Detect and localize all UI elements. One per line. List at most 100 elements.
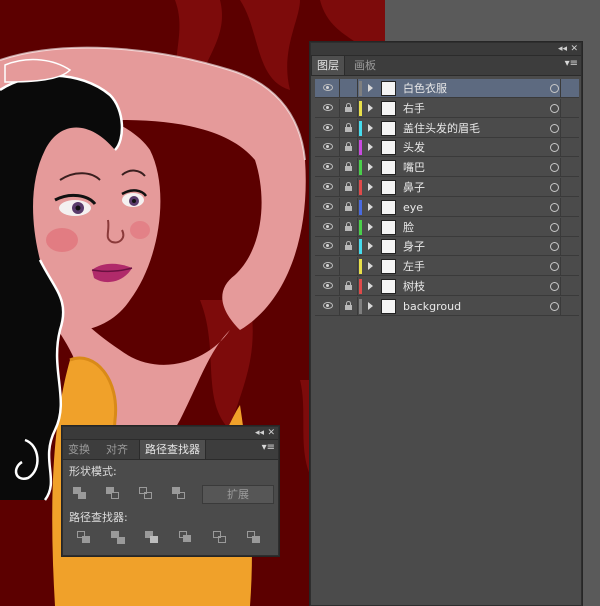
unite-button[interactable] bbox=[73, 487, 89, 501]
layer-row[interactable]: eye bbox=[315, 197, 579, 217]
layer-row[interactable]: 头发 bbox=[315, 138, 579, 158]
panel-menu-icon[interactable]: ▾≡ bbox=[262, 442, 275, 453]
target-circle-icon[interactable] bbox=[550, 103, 559, 113]
eye-icon[interactable] bbox=[323, 123, 333, 131]
minus-front-button[interactable] bbox=[106, 487, 122, 501]
layer-name[interactable]: 树枝 bbox=[403, 279, 425, 294]
lock-icon[interactable] bbox=[345, 300, 352, 311]
expand-arrow-icon[interactable] bbox=[368, 84, 373, 92]
lock-icon[interactable] bbox=[345, 102, 352, 113]
expand-arrow-icon[interactable] bbox=[368, 262, 373, 271]
layer-row[interactable]: 左手 bbox=[315, 257, 579, 277]
layer-name[interactable]: 嘴巴 bbox=[403, 160, 425, 175]
layer-name[interactable]: 盖住头发的眉毛 bbox=[403, 121, 480, 136]
target-circle-icon[interactable] bbox=[550, 143, 559, 153]
layer-row[interactable]: 白色衣服 bbox=[315, 79, 579, 98]
expand-arrow-icon[interactable] bbox=[368, 301, 373, 310]
eye-icon[interactable] bbox=[323, 222, 333, 230]
outline-button[interactable] bbox=[213, 531, 229, 545]
target-circle-icon[interactable] bbox=[550, 84, 559, 93]
eye-icon[interactable] bbox=[323, 242, 333, 250]
panel-menu-icon[interactable]: ▾≡ bbox=[565, 58, 578, 69]
eye-icon[interactable] bbox=[323, 282, 333, 289]
layer-row[interactable]: 脸 bbox=[315, 217, 579, 237]
expand-arrow-icon[interactable] bbox=[368, 163, 373, 172]
lock-icon[interactable] bbox=[345, 142, 352, 152]
layer-name[interactable]: 左手 bbox=[403, 259, 425, 274]
trim-button[interactable] bbox=[111, 531, 127, 545]
close-icon[interactable]: ✕ bbox=[267, 427, 275, 439]
eye-icon[interactable] bbox=[323, 202, 333, 210]
target-circle-icon[interactable] bbox=[550, 242, 559, 252]
expand-arrow-icon[interactable] bbox=[368, 183, 373, 191]
layer-thumbnail bbox=[381, 81, 396, 96]
pathfinder-panel-titlebar[interactable]: ◂◂ ✕ bbox=[63, 427, 278, 440]
eye-icon[interactable] bbox=[323, 163, 333, 171]
eye-icon[interactable] bbox=[323, 143, 333, 151]
lock-icon[interactable] bbox=[345, 122, 352, 133]
lock-icon[interactable] bbox=[345, 182, 352, 192]
merge-button[interactable] bbox=[145, 531, 161, 545]
exclude-button[interactable] bbox=[172, 487, 188, 501]
expand-arrow-icon[interactable] bbox=[368, 103, 373, 112]
layer-row[interactable]: 嘴巴 bbox=[315, 158, 579, 178]
expand-arrow-icon[interactable] bbox=[368, 123, 373, 132]
layer-name[interactable]: 右手 bbox=[403, 101, 425, 116]
lock-icon[interactable] bbox=[345, 162, 352, 172]
crop-button[interactable] bbox=[179, 531, 195, 545]
expand-arrow-icon[interactable] bbox=[368, 222, 373, 231]
eye-icon[interactable] bbox=[323, 262, 333, 270]
divide-button[interactable] bbox=[77, 531, 93, 545]
lock-icon[interactable] bbox=[345, 241, 352, 251]
expand-arrow-icon[interactable] bbox=[368, 242, 373, 251]
target-circle-icon[interactable] bbox=[550, 202, 559, 212]
minus-back-button[interactable] bbox=[247, 531, 263, 545]
intersect-button[interactable] bbox=[139, 487, 155, 501]
layer-name[interactable]: 身子 bbox=[403, 239, 425, 254]
tab-artboards[interactable]: 画板 bbox=[349, 56, 381, 75]
tab-layers[interactable]: 图层 bbox=[311, 56, 345, 75]
close-icon[interactable]: ✕ bbox=[570, 43, 578, 55]
expand-arrow-icon[interactable] bbox=[368, 282, 373, 290]
lock-icon[interactable] bbox=[345, 201, 352, 212]
pathfinders-label: 路径查找器: bbox=[69, 511, 128, 524]
layer-name[interactable]: 头发 bbox=[403, 140, 425, 155]
eye-icon[interactable] bbox=[323, 301, 333, 309]
layer-color-swatch bbox=[359, 239, 362, 255]
lock-icon[interactable] bbox=[345, 281, 352, 291]
layer-thumbnail bbox=[381, 120, 396, 136]
layer-row[interactable]: 身子 bbox=[315, 237, 579, 257]
eye-icon[interactable] bbox=[323, 84, 333, 91]
layer-row[interactable]: 树枝 bbox=[315, 277, 579, 296]
tab-align[interactable]: 对齐 bbox=[101, 440, 133, 459]
layers-panel-titlebar[interactable]: ◂◂ ✕ bbox=[311, 43, 581, 56]
layer-name[interactable]: 脸 bbox=[403, 220, 414, 235]
layer-color-swatch bbox=[359, 140, 362, 156]
target-circle-icon[interactable] bbox=[550, 301, 559, 311]
tab-transform[interactable]: 变换 bbox=[63, 440, 95, 459]
layer-row[interactable]: 盖住头发的眉毛 bbox=[315, 118, 579, 138]
layer-name[interactable]: eye bbox=[403, 200, 423, 215]
target-circle-icon[interactable] bbox=[550, 282, 559, 291]
collapse-icon[interactable]: ◂◂ bbox=[255, 427, 264, 439]
lock-icon[interactable] bbox=[345, 221, 352, 232]
expand-arrow-icon[interactable] bbox=[368, 202, 373, 211]
layer-name[interactable]: backgroud bbox=[403, 299, 461, 314]
layer-row[interactable]: 鼻子 bbox=[315, 178, 579, 197]
layer-name[interactable]: 鼻子 bbox=[403, 180, 425, 195]
target-circle-icon[interactable] bbox=[550, 183, 559, 192]
layer-row[interactable]: 右手 bbox=[315, 98, 579, 118]
layer-row[interactable]: backgroud bbox=[315, 296, 579, 316]
layer-name[interactable]: 白色衣服 bbox=[403, 81, 447, 96]
target-circle-icon[interactable] bbox=[550, 163, 559, 173]
tab-pathfinder[interactable]: 路径查找器 bbox=[139, 440, 206, 459]
layer-color-swatch bbox=[359, 81, 362, 96]
target-circle-icon[interactable] bbox=[550, 123, 559, 133]
expand-arrow-icon[interactable] bbox=[368, 143, 373, 152]
eye-icon[interactable] bbox=[323, 183, 333, 190]
collapse-icon[interactable]: ◂◂ bbox=[558, 43, 567, 55]
expand-button[interactable]: 扩展 bbox=[202, 485, 274, 504]
target-circle-icon[interactable] bbox=[550, 222, 559, 232]
target-circle-icon[interactable] bbox=[550, 262, 559, 272]
eye-icon[interactable] bbox=[323, 103, 333, 111]
